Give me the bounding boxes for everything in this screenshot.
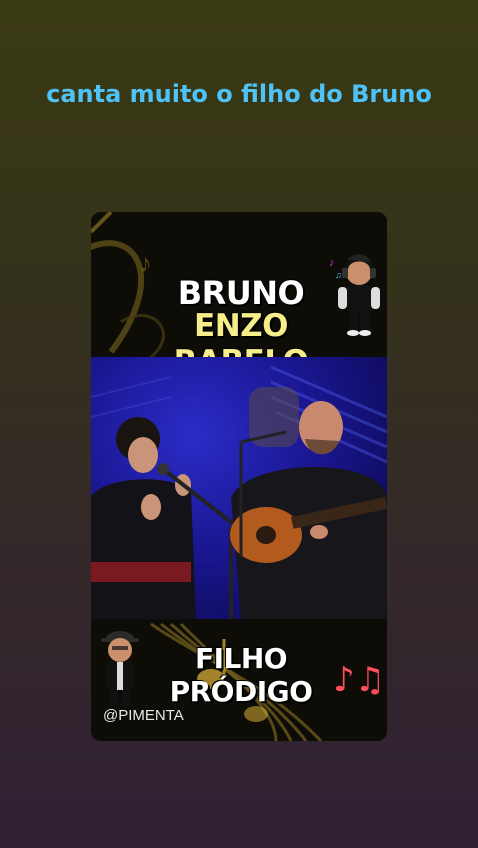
stage-scene: [91, 365, 387, 619]
svg-text:♫: ♫: [335, 270, 342, 280]
artist-title: BRUNO: [177, 274, 305, 312]
song-title: FILHO PRÓDIGO: [169, 642, 313, 708]
music-notes-icon: ♪♫: [333, 660, 386, 700]
cap-avatar-sticker: [101, 631, 139, 706]
story-caption: canta muito o filho do Bruno: [46, 80, 432, 108]
video-card[interactable]: ♪ ♪ ♫ BRUNO ENZO RABELO: [91, 212, 387, 741]
svg-text:♪: ♪: [329, 257, 335, 269]
watermark-handle[interactable]: @PIMENTA: [103, 707, 184, 724]
video-frame[interactable]: [91, 357, 387, 619]
